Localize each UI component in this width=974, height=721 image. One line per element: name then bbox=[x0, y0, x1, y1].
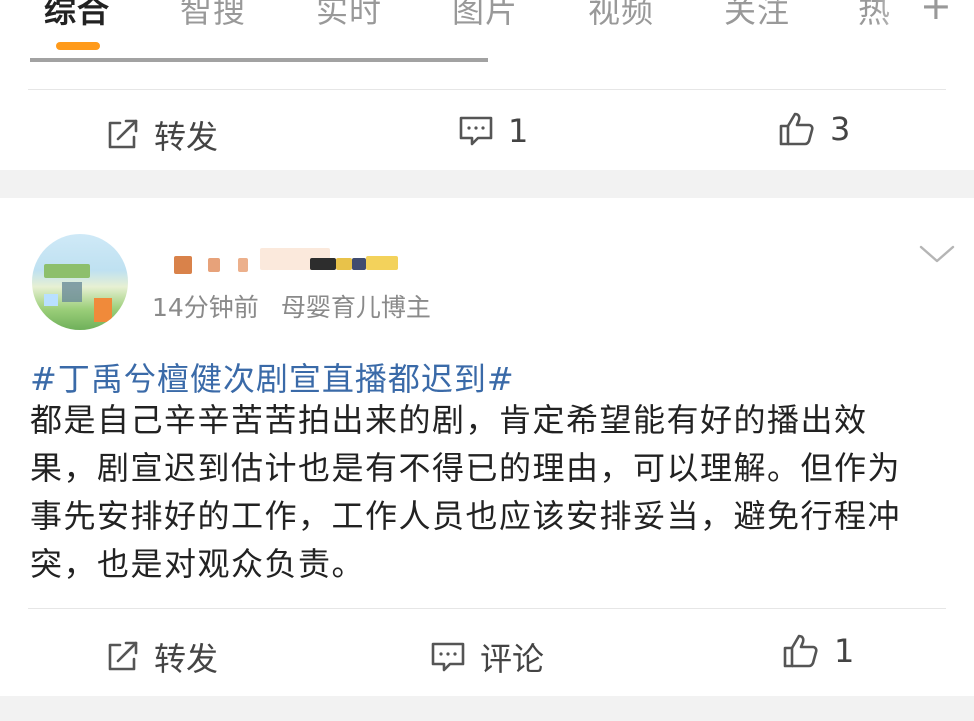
repost-button[interactable]: 转发 bbox=[104, 634, 218, 680]
chevron-down-icon[interactable] bbox=[918, 242, 956, 266]
comment-button[interactable]: 1 bbox=[458, 112, 528, 150]
repost-icon bbox=[108, 119, 138, 149]
tab-images[interactable]: 图片 bbox=[452, 0, 518, 32]
post-body: 都是自己辛辛苦苦拍出来的剧，肯定希望能有好的播出效 果，剧宣迟到估计也是有不得已… bbox=[30, 396, 950, 588]
like-icon bbox=[783, 634, 818, 668]
previous-post-card: 转发 1 3 bbox=[0, 58, 974, 170]
repost-label: 转发 bbox=[154, 118, 219, 156]
like-count: 3 bbox=[830, 110, 851, 148]
mosaic-block bbox=[366, 256, 398, 270]
comment-icon bbox=[431, 642, 465, 672]
mosaic-block bbox=[238, 258, 248, 272]
post-media-edge bbox=[30, 58, 488, 62]
author-name-blurred[interactable] bbox=[160, 242, 400, 276]
mosaic-block bbox=[352, 258, 366, 270]
add-tab-icon[interactable]: + bbox=[920, 0, 952, 28]
repost-icon bbox=[108, 641, 138, 671]
tab-smart-search[interactable]: 智搜 bbox=[180, 0, 246, 32]
repost-label: 转发 bbox=[154, 640, 219, 678]
mosaic-block bbox=[174, 256, 192, 274]
post-body-line: 突，也是对观众负责。 bbox=[30, 545, 366, 583]
like-count: 1 bbox=[834, 632, 855, 670]
tab-comprehensive[interactable]: 综合 bbox=[44, 0, 110, 32]
mosaic-block bbox=[208, 258, 220, 272]
comment-icon bbox=[459, 116, 493, 146]
topic-link[interactable]: #丁禹兮檀健次剧宣直播都迟到# bbox=[30, 354, 515, 400]
active-tab-indicator bbox=[56, 42, 100, 50]
post-meta: 14分钟前 母婴育儿博主 bbox=[152, 288, 431, 324]
comment-label: 评论 bbox=[480, 640, 545, 678]
divider bbox=[28, 89, 946, 90]
post-body-line: 都是自己辛辛苦苦拍出来的剧，肯定希望能有好的播出效 bbox=[30, 401, 868, 439]
like-button[interactable]: 3 bbox=[778, 110, 850, 148]
avatar-mosaic bbox=[94, 298, 112, 322]
like-button[interactable]: 1 bbox=[782, 632, 854, 670]
feed-separator bbox=[0, 696, 974, 721]
search-tab-bar: 综合 智搜 实时 图片 视频 关注 热 + bbox=[0, 0, 974, 58]
divider bbox=[28, 608, 946, 609]
avatar-mosaic bbox=[44, 294, 58, 306]
mosaic-block bbox=[310, 258, 336, 270]
post-body-line: 事先安排好的工作，工作人员也应该安排妥当，避免行程冲 bbox=[30, 497, 902, 535]
like-icon bbox=[779, 112, 814, 146]
post-time: 14分钟前 bbox=[152, 293, 259, 322]
comment-count: 1 bbox=[508, 112, 529, 150]
tab-video[interactable]: 视频 bbox=[588, 0, 654, 32]
post-body-line: 果，剧宣迟到估计也是有不得已的理由，可以理解。但作为 bbox=[30, 449, 902, 487]
repost-button[interactable]: 转发 bbox=[104, 112, 218, 158]
avatar[interactable] bbox=[32, 234, 128, 330]
author-tag: 母婴育儿博主 bbox=[280, 293, 431, 322]
mosaic-block bbox=[336, 258, 352, 270]
tab-realtime[interactable]: 实时 bbox=[316, 0, 382, 32]
post-card[interactable]: 14分钟前 母婴育儿博主 #丁禹兮檀健次剧宣直播都迟到# 都是自己辛辛苦苦拍出来的… bbox=[0, 198, 974, 696]
tab-following[interactable]: 关注 bbox=[724, 0, 790, 32]
avatar-scene bbox=[44, 264, 90, 278]
avatar-mosaic bbox=[62, 282, 82, 302]
comment-button[interactable]: 评论 bbox=[430, 634, 544, 680]
